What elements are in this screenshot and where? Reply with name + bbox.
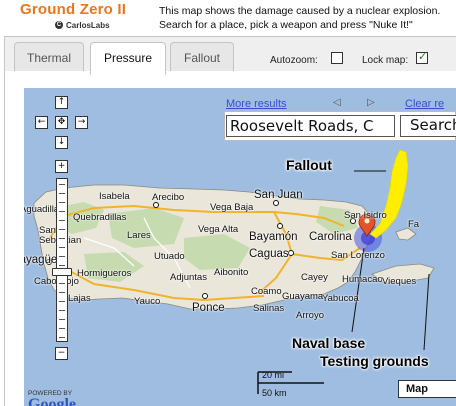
place-dot <box>202 293 208 299</box>
tab-thermal[interactable]: Thermal <box>14 42 84 74</box>
place-label: Yabucoa <box>322 293 359 304</box>
more-results-link[interactable]: More results <box>226 98 287 110</box>
lock-map-label: Lock map: <box>362 55 409 66</box>
place-label: Vega Baja <box>210 202 254 213</box>
zoom-slider-tick <box>59 301 65 302</box>
tab-bar: Thermal Pressure Fallout Autozoom: Lock … <box>4 36 456 75</box>
zoom-slider-tick <box>59 220 65 221</box>
google-logo: Google <box>28 396 76 406</box>
zoom-slider-tick <box>59 310 65 311</box>
zoom-slider-tick <box>59 328 65 329</box>
place-label: Ponce <box>192 302 225 314</box>
place-label: Vega Alta <box>198 224 239 235</box>
zoom-slider-tick <box>59 319 65 320</box>
place-label: Cayey <box>301 272 328 283</box>
scale-km-label: 50 km <box>262 388 287 398</box>
next-result-icon[interactable]: ▷ <box>367 97 375 108</box>
naval-base-annotation: Naval base <box>292 335 366 351</box>
place-label: Carolina <box>309 231 352 243</box>
scale-miles-label: 20 mi <box>262 370 285 380</box>
place-label: Utuado <box>154 251 185 262</box>
zoom-in-button[interactable]: + <box>55 160 68 173</box>
zoom-slider-tick <box>59 265 65 266</box>
intro-text: This map shows the damage caused by a nu… <box>159 5 441 31</box>
zoom-slider-tick <box>59 211 65 212</box>
pan-up-button[interactable]: ↑ <box>55 96 68 109</box>
zoom-slider-tick <box>59 337 65 338</box>
zoom-slider-tick <box>59 184 65 185</box>
pan-right-button[interactable]: → <box>75 116 88 129</box>
place-label: Yauco <box>134 296 161 307</box>
tab-fallout[interactable]: Fallout <box>170 42 234 74</box>
place-label: Aguadilla <box>24 204 60 215</box>
pan-down-button[interactable]: ↓ <box>55 136 68 149</box>
carloslabs-logo: C CarlosLabs <box>55 20 110 30</box>
search-input[interactable] <box>226 115 395 137</box>
tab-pressure[interactable]: Pressure <box>90 42 166 75</box>
brand-name: CarlosLabs <box>66 20 110 30</box>
place-label: Lares <box>127 230 151 241</box>
place-label: San Juan <box>254 189 303 201</box>
zoom-slider-track[interactable] <box>56 178 68 342</box>
place-label: Adjuntas <box>170 272 207 283</box>
map-type-button[interactable]: Map <box>398 380 456 398</box>
zoom-slider-tick <box>59 238 65 239</box>
app-header: Ground Zero II C CarlosLabs This map sho… <box>0 0 456 34</box>
place-label: Lajas <box>68 293 91 304</box>
place-label: Hormigueros <box>77 268 132 279</box>
autozoom-checkbox[interactable] <box>331 52 343 64</box>
place-label: Caguas <box>249 248 289 260</box>
pan-center-button[interactable]: ✥ <box>55 116 68 129</box>
pan-left-button[interactable]: ← <box>35 116 48 129</box>
place-label: Quebradillas <box>73 212 127 223</box>
place-label: Arroyo <box>296 310 324 321</box>
place-label: Guayama <box>282 291 324 302</box>
testing-grounds-leader-line <box>423 273 430 351</box>
place-label: Coamo <box>251 286 282 297</box>
zoom-out-button[interactable]: − <box>55 347 68 360</box>
place-label: Isabela <box>99 191 130 202</box>
app-title: Ground Zero II <box>20 1 127 18</box>
brand-mark-icon: C <box>55 21 63 29</box>
place-label: Salinas <box>253 303 285 314</box>
fallout-plume <box>369 149 409 239</box>
clear-results-link[interactable]: Clear re <box>405 98 444 110</box>
place-label: Bayamón <box>249 231 298 243</box>
zoom-slider-thumb[interactable] <box>52 268 72 276</box>
place-label: Fa <box>408 219 420 230</box>
lock-map-checkbox[interactable]: ✓ <box>416 50 428 64</box>
zoom-slider-tick <box>59 283 65 284</box>
zoom-slider-tick <box>59 247 65 248</box>
zoom-slider-tick <box>59 229 65 230</box>
testing-grounds-annotation: Testing grounds <box>320 353 429 369</box>
place-label: Arecibo <box>152 192 185 203</box>
checkmark-icon: ✓ <box>418 50 428 63</box>
place-label: San Lorenzo <box>331 250 385 261</box>
zoom-slider-tick <box>59 292 65 293</box>
place-label: Humacao <box>342 274 383 285</box>
zoom-slider-tick <box>59 193 65 194</box>
fallout-annotation: Fallout <box>286 157 332 173</box>
zoom-slider-tick <box>59 256 65 257</box>
place-label: Vieques <box>382 276 417 287</box>
place-label: Aibonito <box>214 267 249 278</box>
previous-result-icon[interactable]: ◁ <box>333 97 341 108</box>
search-button[interactable]: Search <box>400 115 456 137</box>
zoom-slider-tick <box>59 202 65 203</box>
autozoom-label: Autozoom: <box>270 55 318 66</box>
place-label: San Isidro <box>344 210 387 221</box>
place-dot <box>277 223 283 229</box>
